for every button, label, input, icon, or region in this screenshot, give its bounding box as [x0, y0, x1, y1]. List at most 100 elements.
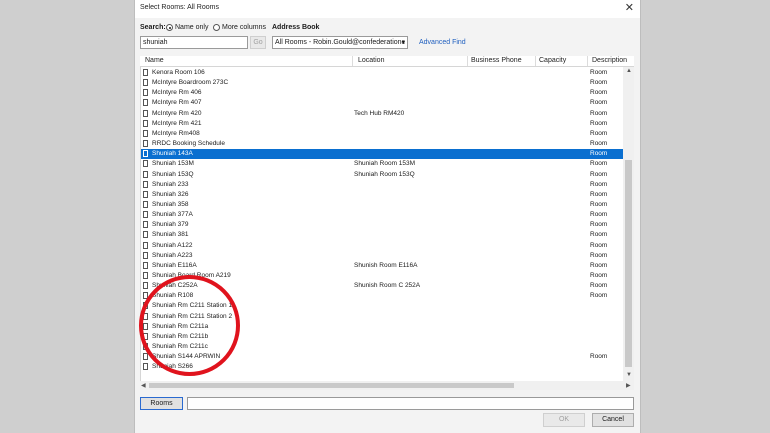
- ok-button[interactable]: OK: [543, 413, 585, 427]
- room-entry-icon: [143, 129, 148, 137]
- room-entry-icon: [143, 170, 148, 178]
- column-location[interactable]: Location: [358, 57, 384, 64]
- close-icon[interactable]: ✕: [625, 2, 634, 14]
- room-description: Room: [590, 211, 608, 219]
- room-entry-icon: [143, 140, 148, 148]
- chevron-down-icon: ▾: [401, 40, 405, 46]
- horizontal-scrollbar[interactable]: ◀ ▶: [140, 381, 634, 390]
- room-description: Room: [590, 140, 608, 148]
- search-input[interactable]: shuniah: [140, 36, 248, 49]
- room-entry-icon: [143, 251, 148, 259]
- room-description: Room: [590, 99, 608, 107]
- column-name[interactable]: Name: [145, 57, 164, 64]
- column-capacity[interactable]: Capacity: [539, 57, 566, 64]
- room-entry-icon: [143, 79, 148, 87]
- room-name: Shuniah E116A: [152, 261, 197, 269]
- address-book-select[interactable]: All Rooms - Robin.Gould@confederationc ▾: [272, 36, 408, 49]
- vertical-scrollbar[interactable]: ▲ ▼: [623, 67, 634, 381]
- room-row[interactable]: Shuniah A223 Room: [141, 251, 624, 261]
- room-location: Shunish Room C 252A: [354, 282, 421, 290]
- room-name: McIntyre Rm 420: [152, 109, 202, 117]
- room-row[interactable]: Shuniah 381 Room: [141, 230, 624, 240]
- room-row[interactable]: Kenora Room 106 Room: [141, 68, 624, 78]
- room-name: Shuniah 153Q: [152, 170, 194, 178]
- room-location: Shunish Room E116A: [354, 261, 418, 269]
- more-columns-radio[interactable]: [213, 24, 220, 31]
- room-row[interactable]: Shuniah 153Q Shuniah Room 153Q Room: [141, 170, 624, 180]
- room-entry-icon: [143, 180, 148, 188]
- room-row[interactable]: Shuniah 358 Room: [141, 200, 624, 210]
- room-description: Room: [590, 251, 608, 259]
- room-row[interactable]: Shuniah E116A Shunish Room E116A Room: [141, 261, 624, 271]
- room-entry-icon: [143, 119, 148, 127]
- room-row[interactable]: Shuniah 143A Room: [141, 149, 624, 160]
- room-entry-icon: [143, 231, 148, 239]
- room-name: McIntyre Rm 407: [152, 99, 202, 107]
- room-description: Room: [590, 170, 608, 178]
- go-button[interactable]: Go: [250, 36, 266, 49]
- column-divider[interactable]: [587, 56, 588, 66]
- room-entry-icon: [143, 272, 148, 279]
- room-row[interactable]: McIntyre Rm 421 Room: [141, 119, 624, 129]
- room-name: McIntyre Rm408: [152, 129, 200, 137]
- name-only-radio[interactable]: [166, 24, 173, 31]
- room-entry-icon: [143, 99, 148, 107]
- search-label: Search:: [140, 24, 166, 31]
- room-row[interactable]: Shuniah 326 Room: [141, 190, 624, 200]
- room-row[interactable]: McIntyre Boardroom 273C Room: [141, 78, 624, 88]
- name-only-label: Name only: [175, 24, 209, 31]
- room-row[interactable]: McIntyre Rm 407 Room: [141, 98, 624, 108]
- room-location: Shuniah Room 153Q: [354, 170, 415, 178]
- room-row[interactable]: Shuniah 377A Room: [141, 210, 624, 220]
- column-divider[interactable]: [535, 56, 536, 66]
- scroll-up-icon[interactable]: ▲: [626, 68, 632, 74]
- room-row[interactable]: McIntyre Rm408 Room: [141, 129, 624, 139]
- horizontal-scroll-thumb[interactable]: [149, 383, 514, 388]
- room-entry-icon: [143, 200, 148, 208]
- column-business-phone[interactable]: Business Phone: [471, 57, 522, 64]
- room-row[interactable]: Shuniah 233 Room: [141, 180, 624, 190]
- title-bar: Select Rooms: All Rooms ✕: [135, 0, 640, 18]
- room-description: Room: [590, 160, 608, 168]
- room-row[interactable]: McIntyre Rm 406 Room: [141, 88, 624, 98]
- room-name: McIntyre Rm 406: [152, 89, 202, 97]
- rooms-button[interactable]: Rooms: [140, 397, 183, 410]
- room-description: Room: [590, 200, 608, 208]
- column-divider[interactable]: [352, 56, 353, 66]
- room-row[interactable]: McIntyre Rm 420 Tech Hub RM420 Room: [141, 109, 624, 119]
- room-description: Room: [590, 129, 608, 137]
- room-row[interactable]: Shuniah 379 Room: [141, 220, 624, 230]
- room-entry-icon: [143, 69, 148, 76]
- room-description: Room: [590, 119, 608, 127]
- scroll-left-icon[interactable]: ◀: [141, 382, 146, 389]
- cancel-button[interactable]: Cancel: [592, 413, 634, 427]
- room-entry-icon: [143, 363, 148, 371]
- scroll-down-icon[interactable]: ▼: [626, 372, 632, 378]
- room-name: Shuniah A122: [152, 241, 193, 249]
- room-location: Tech Hub RM420: [354, 109, 405, 117]
- room-row[interactable]: Shuniah 153M Shuniah Room 153M Room: [141, 159, 624, 169]
- room-row[interactable]: RRDC Booking Schedule Room: [141, 139, 624, 149]
- room-entry-icon: [143, 261, 148, 269]
- room-entry-icon: [143, 89, 148, 97]
- room-name: McIntyre Rm 421: [152, 119, 202, 127]
- room-name: McIntyre Boardroom 273C: [152, 79, 229, 87]
- room-name: Shuniah 143A: [152, 150, 193, 158]
- room-row[interactable]: Shuniah A122 Room: [141, 241, 624, 251]
- column-description[interactable]: Description: [592, 57, 627, 64]
- room-description: Room: [590, 180, 608, 188]
- column-divider[interactable]: [467, 56, 468, 66]
- rooms-field[interactable]: [187, 397, 634, 410]
- room-name: Shuniah A223: [152, 251, 193, 259]
- room-description: Room: [590, 292, 608, 300]
- vertical-scroll-thumb[interactable]: [625, 160, 632, 367]
- address-book-label: Address Book: [272, 24, 320, 31]
- room-row[interactable]: Shuniah Board Room A219 Room: [141, 271, 624, 281]
- scroll-right-icon[interactable]: ▶: [626, 382, 631, 389]
- advanced-find-link[interactable]: Advanced Find: [419, 39, 466, 46]
- room-description: Room: [590, 69, 608, 76]
- room-description: Room: [590, 261, 608, 269]
- room-description: Room: [590, 89, 608, 97]
- window-title: Select Rooms: All Rooms: [140, 4, 219, 11]
- room-description: Room: [590, 282, 608, 290]
